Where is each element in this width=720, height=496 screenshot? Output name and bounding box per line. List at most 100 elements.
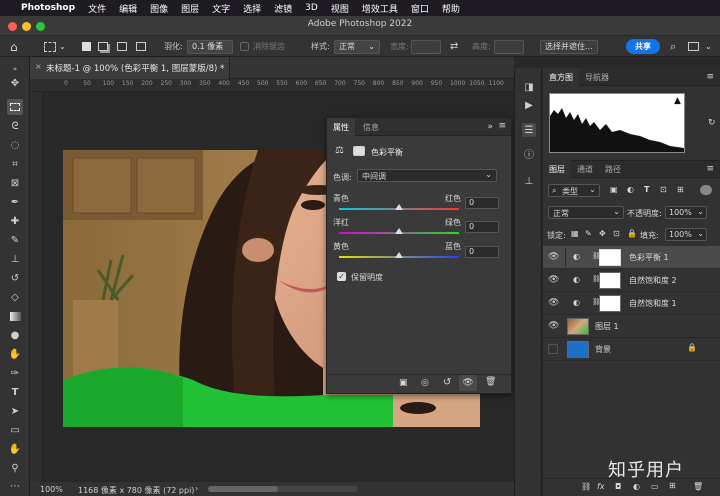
layer-thumbnail[interactable]: [567, 318, 589, 335]
select-and-mask-button[interactable]: 选择并遮住...: [540, 39, 598, 54]
lock-artboard-icon[interactable]: ⊡: [613, 229, 620, 238]
collapse-panel-icon[interactable]: »: [487, 122, 493, 132]
clone-stamp-tool-icon[interactable]: ⊥: [7, 251, 23, 267]
yellow-blue-value[interactable]: 0: [465, 246, 499, 258]
panel-menu-icon[interactable]: ≡: [706, 72, 714, 82]
dodge-tool-icon[interactable]: ✋: [7, 346, 23, 362]
spot-healing-tool-icon[interactable]: ✚: [7, 213, 23, 229]
layer-filter-select[interactable]: ⌕ 类型 ⌄: [548, 184, 600, 197]
view-previous-icon[interactable]: ◎: [421, 378, 429, 388]
link-layers-icon[interactable]: ⛓: [581, 482, 591, 491]
rectangular-marquee-tool-icon[interactable]: [7, 99, 23, 115]
zoom-level[interactable]: 100%: [40, 485, 63, 494]
menu-help[interactable]: 帮助: [442, 2, 460, 15]
pen-tool-icon[interactable]: ✑: [7, 365, 23, 381]
delete-layer-icon[interactable]: 🗑: [693, 482, 703, 491]
magenta-green-value[interactable]: 0: [465, 221, 499, 233]
height-input[interactable]: [494, 39, 524, 54]
preserve-luminosity-checkbox[interactable]: ✓: [337, 272, 346, 281]
menu-layer[interactable]: 图层: [181, 2, 199, 15]
zoom-tool-icon[interactable]: ⚲: [7, 460, 23, 476]
add-mask-icon[interactable]: ◘: [615, 482, 621, 491]
frame-tool-icon[interactable]: ⊠: [7, 175, 23, 191]
layer-row[interactable]: 👁 图层 1: [543, 315, 720, 338]
adjustments-icon[interactable]: ☰: [522, 123, 536, 137]
filter-shape-icon[interactable]: ⊡: [660, 185, 667, 194]
reset-icon[interactable]: ↺: [443, 377, 451, 388]
menu-plugins[interactable]: 增效工具: [362, 2, 398, 15]
eye-icon[interactable]: 👁: [548, 275, 560, 285]
menu-edit[interactable]: 编辑: [119, 2, 137, 15]
lock-pixels-icon[interactable]: ✎: [585, 229, 592, 238]
history-brush-tool-icon[interactable]: ↺: [7, 270, 23, 286]
blur-tool-icon[interactable]: ●: [7, 327, 23, 343]
eye-icon[interactable]: 👁: [548, 298, 560, 308]
layer-row[interactable]: 👁 ◐ ⛓ 自然饱和度 1: [543, 292, 720, 315]
new-layer-icon[interactable]: ⊞: [669, 481, 676, 490]
hand-tool-icon[interactable]: ✋: [7, 441, 23, 457]
menu-file[interactable]: 文件: [88, 2, 106, 15]
swap-dimensions-icon[interactable]: ⇄: [450, 36, 458, 57]
menu-3d[interactable]: 3D: [305, 3, 318, 13]
yellow-blue-slider-thumb[interactable]: [395, 252, 403, 258]
magenta-green-slider-thumb[interactable]: [395, 228, 403, 234]
eye-icon[interactable]: 👁: [548, 321, 560, 331]
brush-tool-icon[interactable]: ✎: [7, 232, 23, 248]
layer-mask-thumbnail[interactable]: [599, 295, 621, 312]
layers-panel-menu-icon[interactable]: ≡: [706, 164, 714, 174]
more-tools-icon[interactable]: ⋯: [7, 478, 23, 494]
new-group-icon[interactable]: ▭: [651, 482, 659, 491]
fx-button[interactable]: fx: [597, 482, 605, 491]
visibility-off-box[interactable]: [548, 344, 558, 354]
workspace-icon[interactable]: [688, 36, 699, 57]
layer-thumbnail[interactable]: [567, 341, 589, 358]
workspace-chevron-icon[interactable]: ⌄: [705, 36, 712, 57]
path-selection-tool-icon[interactable]: ➤: [7, 403, 23, 419]
info-icon[interactable]: ⓘ: [522, 146, 536, 161]
home-icon[interactable]: ⌂: [10, 36, 18, 57]
panel-menu-icon[interactable]: ≡: [498, 121, 506, 131]
cyan-red-slider-thumb[interactable]: [395, 204, 403, 210]
search-icon[interactable]: ⌕: [670, 36, 676, 57]
marquee-tool-preset-icon[interactable]: ⌄: [44, 36, 66, 57]
tab-properties[interactable]: 属性: [327, 118, 355, 136]
tab-histogram[interactable]: 直方图: [543, 68, 579, 86]
history-icon[interactable]: ◨: [522, 80, 536, 94]
add-selection-icon[interactable]: [98, 36, 108, 57]
tab-paths[interactable]: 路径: [605, 160, 621, 178]
share-button[interactable]: 共享: [626, 39, 660, 54]
type-tool-icon[interactable]: T: [7, 384, 23, 400]
trash-icon[interactable]: 🗑: [485, 377, 496, 387]
tab-info[interactable]: 信息: [357, 118, 385, 136]
quick-selection-tool-icon[interactable]: ◌: [7, 137, 23, 153]
document-tab[interactable]: × 未标题-1 @ 100% (色彩平衡 1, 图层蒙版/8) *: [30, 57, 230, 79]
visibility-toggle-icon[interactable]: 👁: [459, 375, 477, 391]
crop-tool-icon[interactable]: ⌗: [7, 156, 23, 172]
close-tab-icon[interactable]: ×: [35, 62, 42, 71]
lasso-tool-icon[interactable]: ᘓ: [7, 118, 23, 134]
menu-view[interactable]: 视图: [331, 2, 349, 15]
eraser-tool-icon[interactable]: ◇: [7, 289, 23, 305]
cyan-red-value[interactable]: 0: [465, 197, 499, 209]
layer-row[interactable]: 背景 🔒: [543, 338, 720, 361]
tab-layers[interactable]: 图层: [543, 160, 571, 178]
fill-input[interactable]: 100% ⌄: [665, 228, 707, 241]
refresh-icon[interactable]: ↻: [708, 118, 716, 128]
tab-channels[interactable]: 通道: [577, 160, 593, 178]
intersect-selection-icon[interactable]: [136, 36, 146, 57]
eyedropper-tool-icon[interactable]: ✒: [7, 194, 23, 210]
lock-all-icon[interactable]: 🔒: [627, 229, 637, 238]
subtract-selection-icon[interactable]: [117, 36, 127, 57]
actions-play-icon[interactable]: ▶: [522, 98, 536, 112]
horizontal-scrollbar[interactable]: [208, 486, 358, 492]
blend-mode-select[interactable]: 正常 ⌄: [548, 206, 624, 219]
menu-image[interactable]: 图像: [150, 2, 168, 15]
feather-input[interactable]: 0.1 像素: [187, 39, 233, 54]
style-select[interactable]: 正常 ⌄: [334, 39, 380, 54]
filter-toggle[interactable]: [700, 185, 712, 195]
lock-position-icon[interactable]: ✥: [599, 229, 606, 238]
filter-smart-object-icon[interactable]: ⊞: [677, 185, 684, 194]
menu-window[interactable]: 窗口: [411, 2, 429, 15]
tone-select[interactable]: 中间调 ⌄: [357, 169, 497, 182]
layer-mask-thumbnail[interactable]: [599, 249, 621, 266]
